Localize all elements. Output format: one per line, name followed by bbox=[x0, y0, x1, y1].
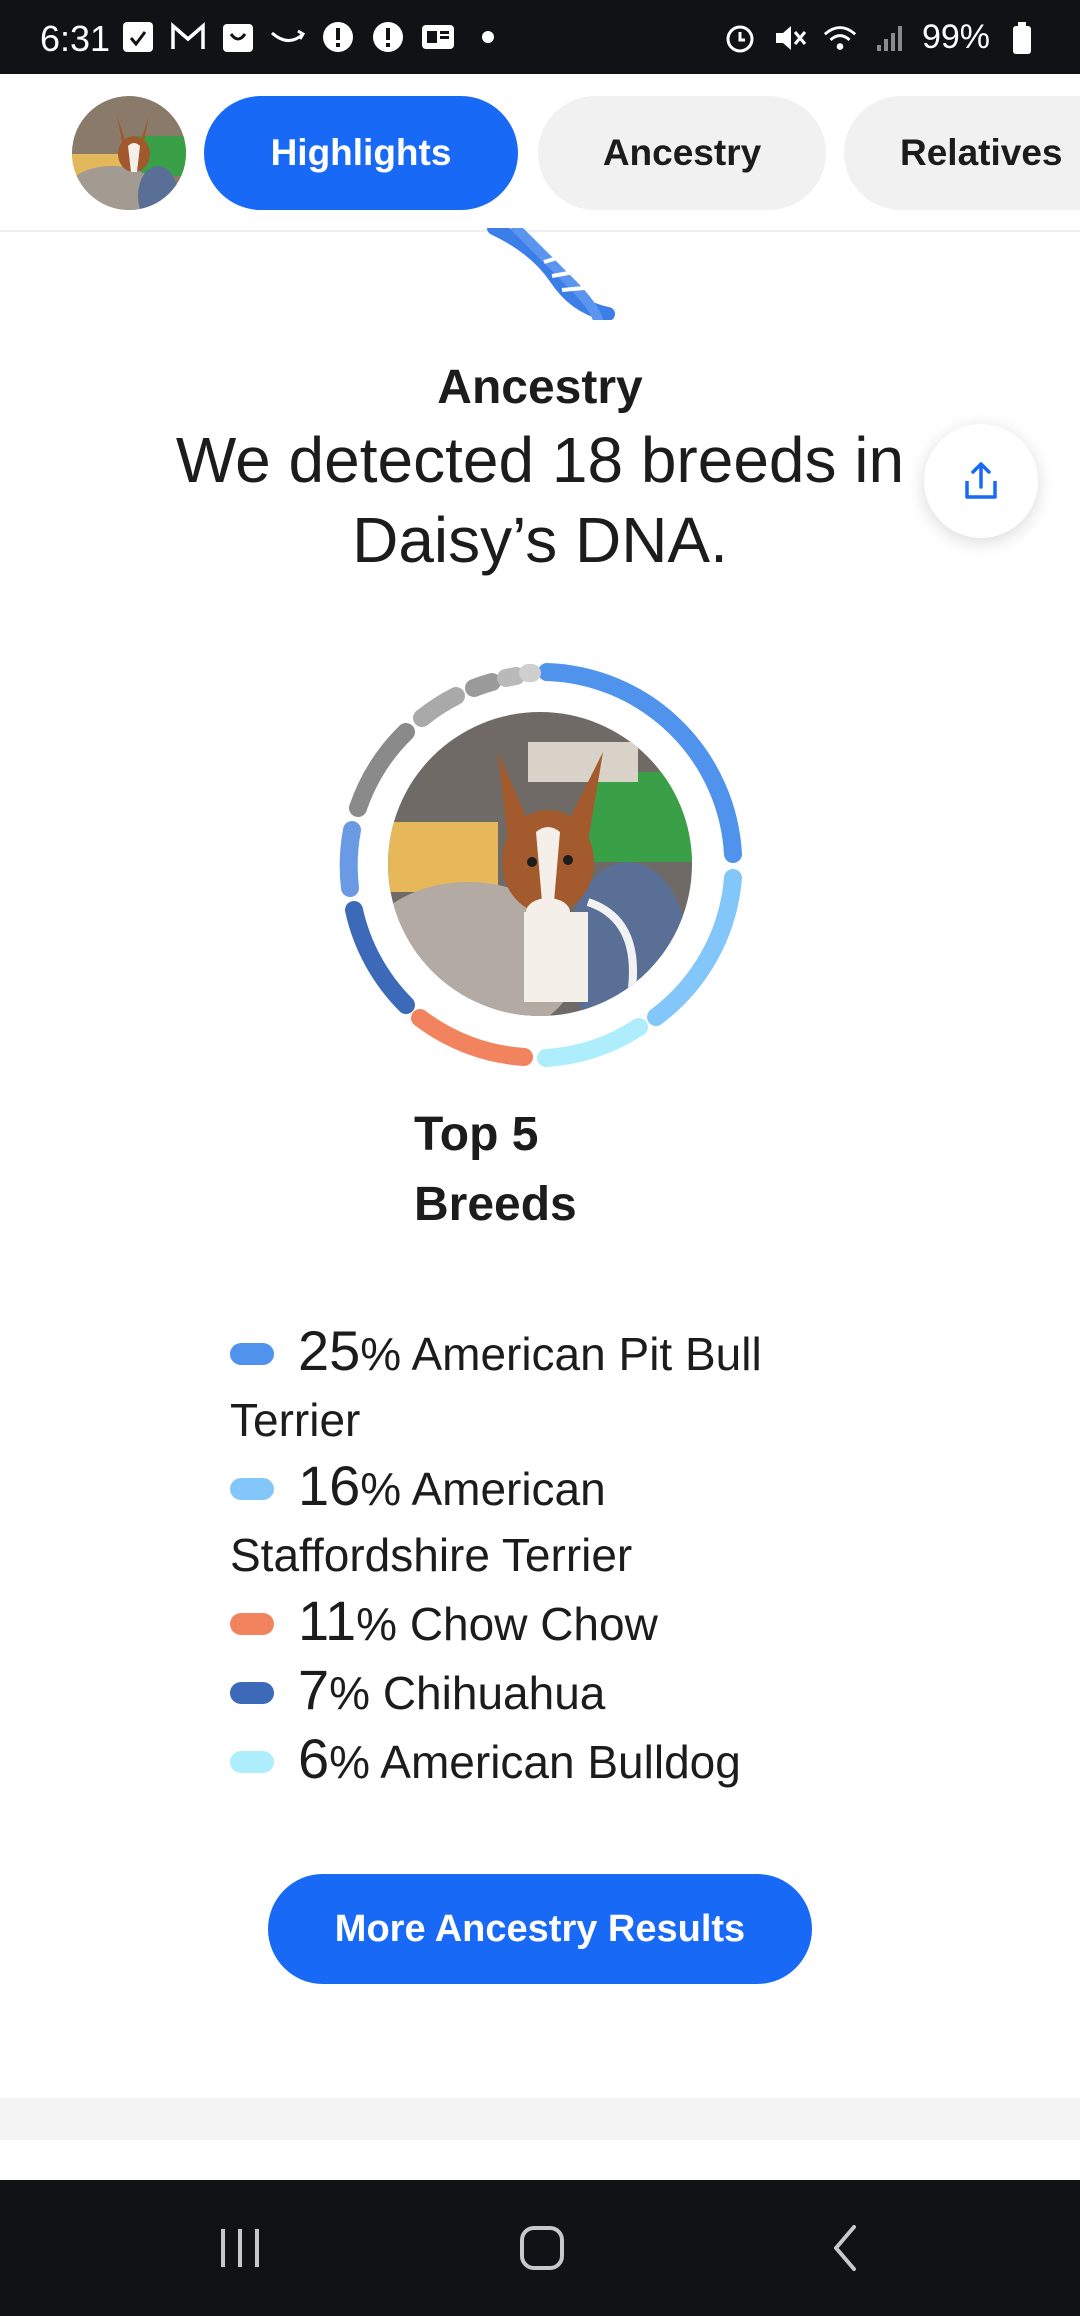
legend-item: 11% Chow Chow bbox=[230, 1588, 870, 1657]
status-bar: 6:31 99% bbox=[0, 0, 1080, 74]
breed-percent: 16 bbox=[298, 1454, 361, 1517]
call-filter-icon bbox=[120, 20, 156, 54]
ring-segment-other-grey-2 bbox=[413, 687, 465, 727]
ancestry-headline: We detected 18 breeds in Daisy’s DNA. bbox=[175, 424, 905, 576]
status-time: 6:31 bbox=[40, 18, 111, 59]
more-ancestry-results-button[interactable]: More Ancestry Results bbox=[268, 1874, 812, 1984]
legend-item: 16% American Staffordshire Terrier bbox=[230, 1453, 870, 1588]
legend-item: 25% American Pit Bull Terrier bbox=[230, 1318, 870, 1453]
wifi-icon bbox=[822, 21, 858, 55]
tab-highlights[interactable]: Highlights bbox=[204, 96, 518, 210]
home-button[interactable] bbox=[512, 2218, 572, 2278]
back-icon bbox=[834, 2225, 856, 2271]
top-nav: Highlights Ancestry Relatives bbox=[0, 74, 1080, 232]
ring-segment-other-grey-4 bbox=[497, 667, 525, 687]
ring-segment-other-grey-1 bbox=[349, 723, 415, 817]
news-icon bbox=[420, 20, 456, 54]
breed-name: % Chow Chow bbox=[356, 1598, 658, 1650]
notification-icons bbox=[120, 20, 506, 54]
breed-percent: 6 bbox=[298, 1727, 330, 1790]
breed-percent: 25 bbox=[298, 1319, 361, 1382]
legend-swatch bbox=[230, 1342, 274, 1365]
legend-swatch bbox=[230, 1750, 274, 1773]
system-icons: 99% bbox=[722, 18, 1040, 57]
recents-icon bbox=[221, 2229, 259, 2267]
ring-segment-other-blue bbox=[339, 821, 361, 897]
legend-item: 6% American Bulldog bbox=[230, 1726, 870, 1795]
share-button[interactable] bbox=[924, 424, 1038, 538]
top-breeds-label: Top 5 Breeds bbox=[414, 1100, 577, 1240]
alarm-icon bbox=[722, 21, 758, 55]
breed-name: % American Bulldog bbox=[329, 1736, 741, 1788]
shopping-bag-icon bbox=[220, 20, 256, 54]
dot-icon bbox=[470, 20, 506, 54]
home-icon bbox=[520, 2226, 564, 2270]
section-title: Ancestry bbox=[437, 361, 643, 414]
back-button[interactable] bbox=[816, 2218, 876, 2278]
amazon-icon bbox=[270, 20, 306, 54]
top5-line1: Top 5 bbox=[414, 1108, 539, 1161]
alert-icon bbox=[370, 20, 406, 54]
ring-segment-american-bulldog bbox=[537, 1018, 648, 1067]
signal-icon bbox=[872, 21, 908, 55]
breed-percent: 7 bbox=[298, 1658, 330, 1721]
gmail-icon bbox=[170, 20, 206, 54]
legend-item: 7% Chihuahua bbox=[230, 1657, 870, 1726]
breed-legend: 25% American Pit Bull Terrier 16% Americ… bbox=[230, 1318, 870, 1795]
breed-name: % American Staffordshire Terrier bbox=[230, 1463, 633, 1581]
tab-relatives[interactable]: Relatives bbox=[844, 96, 1080, 210]
ring-segment-other-grey-3 bbox=[465, 673, 501, 697]
avatar[interactable] bbox=[72, 96, 186, 210]
battery-percent: 99% bbox=[921, 18, 990, 56]
dna-icon bbox=[487, 228, 615, 320]
recents-button[interactable] bbox=[210, 2218, 270, 2278]
battery-icon bbox=[1004, 21, 1040, 55]
system-nav-bar bbox=[0, 2180, 1080, 2316]
breed-percent: 11 bbox=[298, 1589, 357, 1652]
legend-swatch bbox=[230, 1681, 274, 1704]
mute-icon bbox=[772, 21, 808, 55]
top5-line2: Breeds bbox=[414, 1178, 577, 1231]
ring-segment-chihuahua bbox=[345, 901, 415, 1014]
section-divider bbox=[0, 2098, 1080, 2140]
breed-name: % Chihuahua bbox=[329, 1667, 606, 1719]
legend-swatch bbox=[230, 1477, 274, 1500]
share-icon bbox=[965, 462, 997, 499]
alert-icon bbox=[320, 20, 356, 54]
legend-swatch bbox=[230, 1612, 274, 1635]
dog-photo bbox=[388, 712, 692, 1016]
ring-segment-chow-chow bbox=[411, 1009, 533, 1066]
tab-ancestry[interactable]: Ancestry bbox=[538, 96, 826, 210]
